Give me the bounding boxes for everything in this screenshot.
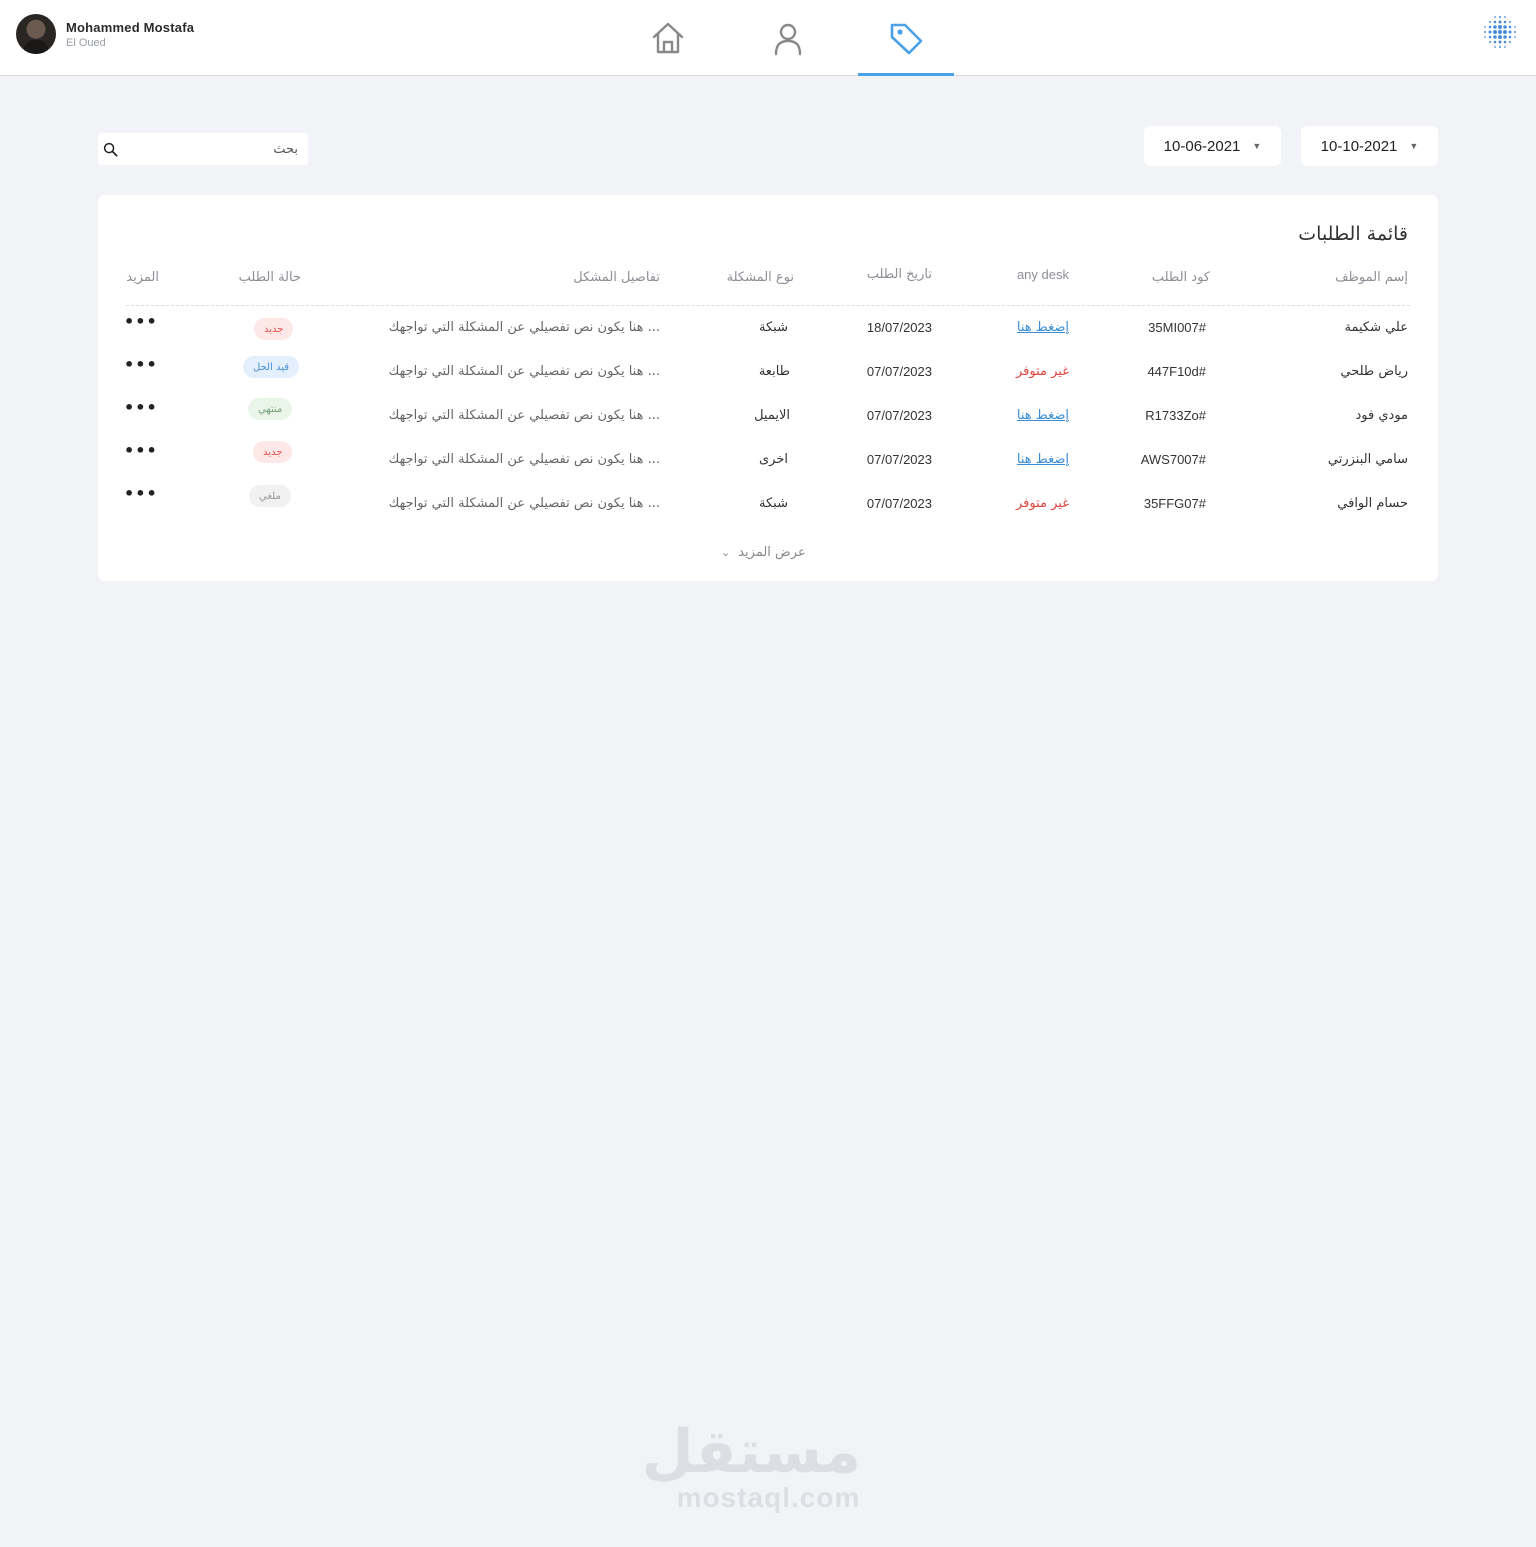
- user-icon: [774, 23, 802, 56]
- anydesk-link[interactable]: إضغط هنا: [1017, 452, 1069, 467]
- column-header-code: كود الطلب: [1151, 270, 1210, 285]
- chevron-down-icon: ⌄: [721, 546, 731, 559]
- date-to-dropdown[interactable]: 10-06-2021 ▼: [1144, 126, 1281, 166]
- cell-code: 35FFG07#: [1143, 496, 1206, 511]
- column-header-type: نوع المشكلة: [726, 270, 794, 285]
- cell-type: طابعة: [758, 364, 790, 379]
- cell-details: هنا يكون نص تفصيلي عن المشكلة التي تواجه…: [388, 408, 660, 423]
- home-icon: [652, 22, 684, 54]
- status-badge: ملغي: [249, 485, 291, 507]
- status-badge: جديد: [253, 441, 293, 463]
- cell-date: 07/07/2023: [866, 452, 932, 467]
- brand-logo-icon: [1484, 16, 1516, 48]
- date-to-value: 10-06-2021: [1163, 137, 1241, 155]
- show-more-button[interactable]: ⌄ عرض المزيد: [721, 545, 806, 560]
- cell-code: 447F10d#: [1147, 364, 1206, 379]
- cell-details: هنا يكون نص تفصيلي عن المشكلة التي تواجه…: [388, 496, 660, 511]
- column-header-anydesk: any desk: [1016, 267, 1069, 282]
- column-header-details: تفاصيل المشكل: [573, 270, 660, 285]
- cell-type: شبكة: [759, 320, 788, 335]
- anydesk-unavailable: غير متوفر: [1015, 496, 1069, 511]
- cell-employee: علي شكيمة: [1344, 320, 1408, 335]
- cell-employee: مودي فود: [1355, 408, 1409, 423]
- watermark-latin: mostaql.com: [676, 1482, 861, 1513]
- user-info: Mohammed Mostafa El Oued: [66, 20, 194, 49]
- header-divider: [126, 305, 1410, 306]
- tab-requests[interactable]: [858, 0, 954, 76]
- user-name: Mohammed Mostafa: [66, 19, 195, 35]
- requests-card: قائمة الطلبات إسم الموظف كود الطلب any d…: [98, 195, 1438, 581]
- cell-type: الايميل: [754, 408, 790, 423]
- cell-code: AWS7007#: [1140, 452, 1206, 467]
- anydesk-link[interactable]: إضغط هنا: [1017, 408, 1069, 423]
- cell-type: اخرى: [759, 452, 788, 467]
- search-input[interactable]: [124, 133, 304, 165]
- cell-code: 35MI007#: [1148, 320, 1206, 335]
- cell-employee: سامي البنزرتي: [1327, 452, 1408, 467]
- caret-down-icon: ▼: [1252, 141, 1262, 151]
- show-more-label: عرض المزيد: [738, 545, 806, 560]
- avatar[interactable]: [16, 14, 56, 54]
- search-icon[interactable]: [103, 142, 118, 157]
- column-header-employee: إسم الموظف: [1335, 270, 1408, 285]
- cell-employee: حسام الوافي: [1337, 496, 1408, 511]
- more-options-icon[interactable]: •••: [124, 357, 158, 373]
- cell-details: هنا يكون نص تفصيلي عن المشكلة التي تواجه…: [388, 364, 660, 379]
- status-badge: منتهي: [248, 398, 293, 420]
- cell-employee: رياض طلحي: [1340, 364, 1408, 379]
- anydesk-unavailable: غير متوفر: [1015, 364, 1069, 379]
- status-badge: جديد: [254, 318, 294, 340]
- top-bar: Mohammed Mostafa El Oued: [0, 0, 1536, 76]
- search-box: [98, 133, 308, 165]
- tab-home[interactable]: [620, 0, 716, 76]
- cell-date: 07/07/2023: [866, 496, 932, 511]
- date-from-dropdown[interactable]: 10-10-2021 ▼: [1301, 126, 1438, 166]
- more-options-icon[interactable]: •••: [124, 486, 158, 502]
- cell-date: 07/07/2023: [866, 364, 932, 379]
- cell-date: 18/07/2023: [866, 320, 932, 335]
- tag-icon: [890, 23, 923, 55]
- user-city: El Oued: [66, 36, 106, 49]
- cell-details: هنا يكون نص تفصيلي عن المشكلة التي تواجه…: [388, 320, 660, 335]
- cell-date: 07/07/2023: [866, 408, 932, 423]
- anydesk-link[interactable]: إضغط هنا: [1017, 320, 1069, 335]
- user-profile[interactable]: Mohammed Mostafa El Oued: [16, 14, 194, 54]
- watermark-logo: مستقل mostaql.com: [641, 1417, 861, 1513]
- cell-code: R1733Zo#: [1145, 408, 1206, 423]
- cell-details: هنا يكون نص تفصيلي عن المشكلة التي تواجه…: [388, 452, 660, 467]
- date-from-value: 10-10-2021: [1320, 137, 1398, 155]
- more-options-icon[interactable]: •••: [124, 400, 158, 416]
- column-header-status: حالة الطلب: [238, 270, 301, 285]
- card-title: قائمة الطلبات: [1298, 223, 1408, 245]
- column-header-more: المزيد: [126, 270, 159, 285]
- cell-type: شبكة: [759, 496, 788, 511]
- tab-profile[interactable]: [740, 0, 836, 76]
- caret-down-icon: ▼: [1409, 141, 1419, 151]
- column-header-date: تاريخ الطلب: [866, 267, 932, 282]
- more-options-icon[interactable]: •••: [124, 314, 158, 330]
- status-badge: قيد الحل: [243, 356, 300, 378]
- watermark-arabic: مستقل: [641, 1417, 861, 1487]
- more-options-icon[interactable]: •••: [124, 443, 158, 459]
